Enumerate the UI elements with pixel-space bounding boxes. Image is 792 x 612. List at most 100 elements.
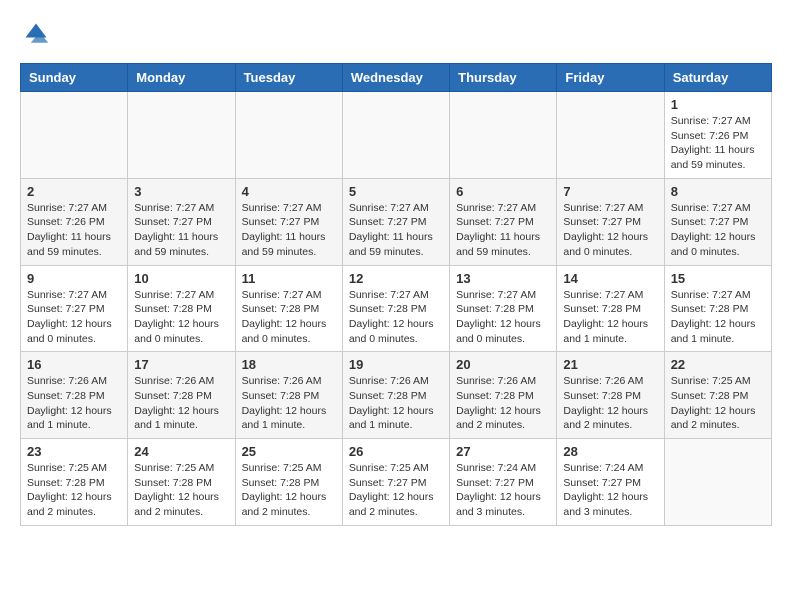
day-info: Sunrise: 7:24 AM Sunset: 7:27 PM Dayligh…	[563, 461, 657, 520]
calendar-day-cell	[128, 92, 235, 179]
calendar-day-cell: 12 Sunrise: 7:27 AM Sunset: 7:28 PM Dayli…	[342, 265, 449, 352]
day-number: 28	[563, 444, 657, 459]
day-info: Sunrise: 7:27 AM Sunset: 7:27 PM Dayligh…	[242, 201, 336, 260]
day-info: Sunrise: 7:27 AM Sunset: 7:27 PM Dayligh…	[671, 201, 765, 260]
calendar-day-cell: 27 Sunrise: 7:24 AM Sunset: 7:27 PM Dayli…	[450, 439, 557, 526]
day-number: 11	[242, 271, 336, 286]
day-info: Sunrise: 7:27 AM Sunset: 7:28 PM Dayligh…	[242, 288, 336, 347]
day-info: Sunrise: 7:26 AM Sunset: 7:28 PM Dayligh…	[27, 374, 121, 433]
calendar-day-cell: 19 Sunrise: 7:26 AM Sunset: 7:28 PM Dayli…	[342, 352, 449, 439]
calendar-day-cell	[664, 439, 771, 526]
day-info: Sunrise: 7:27 AM Sunset: 7:28 PM Dayligh…	[456, 288, 550, 347]
day-info: Sunrise: 7:25 AM Sunset: 7:28 PM Dayligh…	[671, 374, 765, 433]
calendar-week-row: 16 Sunrise: 7:26 AM Sunset: 7:28 PM Dayli…	[21, 352, 772, 439]
day-info: Sunrise: 7:24 AM Sunset: 7:27 PM Dayligh…	[456, 461, 550, 520]
day-number: 20	[456, 357, 550, 372]
day-number: 22	[671, 357, 765, 372]
day-number: 3	[134, 184, 228, 199]
calendar-header-wednesday: Wednesday	[342, 64, 449, 92]
calendar-day-cell: 25 Sunrise: 7:25 AM Sunset: 7:28 PM Dayli…	[235, 439, 342, 526]
day-number: 9	[27, 271, 121, 286]
day-number: 25	[242, 444, 336, 459]
calendar-day-cell: 8 Sunrise: 7:27 AM Sunset: 7:27 PM Daylig…	[664, 178, 771, 265]
calendar-day-cell	[21, 92, 128, 179]
calendar-day-cell: 15Sunrise: 7:27 AM Sunset: 7:28 PM Dayli…	[664, 265, 771, 352]
day-info: Sunrise: 7:25 AM Sunset: 7:28 PM Dayligh…	[134, 461, 228, 520]
day-number: 16	[27, 357, 121, 372]
day-number: 1	[671, 97, 765, 112]
day-number: 12	[349, 271, 443, 286]
day-number: 27	[456, 444, 550, 459]
calendar-day-cell: 5 Sunrise: 7:27 AM Sunset: 7:27 PM Daylig…	[342, 178, 449, 265]
day-number: 13	[456, 271, 550, 286]
calendar-day-cell: 13 Sunrise: 7:27 AM Sunset: 7:28 PM Dayli…	[450, 265, 557, 352]
day-info: Sunrise: 7:25 AM Sunset: 7:28 PM Dayligh…	[242, 461, 336, 520]
calendar-table: SundayMondayTuesdayWednesdayThursdayFrid…	[20, 63, 772, 526]
calendar-week-row: 2 Sunrise: 7:27 AM Sunset: 7:26 PM Daylig…	[21, 178, 772, 265]
calendar-day-cell: 1 Sunrise: 7:27 AM Sunset: 7:26 PM Daylig…	[664, 92, 771, 179]
calendar-header-saturday: Saturday	[664, 64, 771, 92]
calendar-week-row: 9 Sunrise: 7:27 AM Sunset: 7:27 PM Daylig…	[21, 265, 772, 352]
day-number: 21	[563, 357, 657, 372]
calendar-day-cell: 6 Sunrise: 7:27 AM Sunset: 7:27 PM Daylig…	[450, 178, 557, 265]
calendar-day-cell: 7 Sunrise: 7:27 AM Sunset: 7:27 PM Daylig…	[557, 178, 664, 265]
day-info: Sunrise: 7:26 AM Sunset: 7:28 PM Dayligh…	[456, 374, 550, 433]
calendar-day-cell: 17Sunrise: 7:26 AM Sunset: 7:28 PM Dayli…	[128, 352, 235, 439]
day-number: 2	[27, 184, 121, 199]
calendar-header-row: SundayMondayTuesdayWednesdayThursdayFrid…	[21, 64, 772, 92]
day-info: Sunrise: 7:27 AM Sunset: 7:28 PM Dayligh…	[134, 288, 228, 347]
day-info: Sunrise: 7:27 AM Sunset: 7:28 PM Dayligh…	[349, 288, 443, 347]
day-info: Sunrise: 7:27 AM Sunset: 7:28 PM Dayligh…	[563, 288, 657, 347]
day-info: Sunrise: 7:26 AM Sunset: 7:28 PM Dayligh…	[563, 374, 657, 433]
calendar-header-tuesday: Tuesday	[235, 64, 342, 92]
calendar-day-cell	[557, 92, 664, 179]
day-number: 4	[242, 184, 336, 199]
day-number: 17	[134, 357, 228, 372]
calendar-day-cell: 21 Sunrise: 7:26 AM Sunset: 7:28 PM Dayli…	[557, 352, 664, 439]
calendar-day-cell: 3Sunrise: 7:27 AM Sunset: 7:27 PM Daylig…	[128, 178, 235, 265]
calendar-day-cell	[342, 92, 449, 179]
day-number: 26	[349, 444, 443, 459]
day-info: Sunrise: 7:27 AM Sunset: 7:26 PM Dayligh…	[27, 201, 121, 260]
day-number: 19	[349, 357, 443, 372]
calendar-day-cell	[450, 92, 557, 179]
page-header	[20, 20, 772, 53]
calendar-week-row: 1 Sunrise: 7:27 AM Sunset: 7:26 PM Daylig…	[21, 92, 772, 179]
day-info: Sunrise: 7:27 AM Sunset: 7:27 PM Dayligh…	[563, 201, 657, 260]
day-number: 6	[456, 184, 550, 199]
calendar-header-thursday: Thursday	[450, 64, 557, 92]
day-info: Sunrise: 7:26 AM Sunset: 7:28 PM Dayligh…	[349, 374, 443, 433]
calendar-day-cell: 16 Sunrise: 7:26 AM Sunset: 7:28 PM Dayli…	[21, 352, 128, 439]
day-info: Sunrise: 7:27 AM Sunset: 7:27 PM Dayligh…	[456, 201, 550, 260]
calendar-header-monday: Monday	[128, 64, 235, 92]
calendar-day-cell: 23 Sunrise: 7:25 AM Sunset: 7:28 PM Dayli…	[21, 439, 128, 526]
day-number: 8	[671, 184, 765, 199]
day-number: 24	[134, 444, 228, 459]
calendar-day-cell: 14Sunrise: 7:27 AM Sunset: 7:28 PM Dayli…	[557, 265, 664, 352]
day-info: Sunrise: 7:25 AM Sunset: 7:27 PM Dayligh…	[349, 461, 443, 520]
calendar-day-cell: 11 Sunrise: 7:27 AM Sunset: 7:28 PM Dayli…	[235, 265, 342, 352]
calendar-day-cell: 22 Sunrise: 7:25 AM Sunset: 7:28 PM Dayli…	[664, 352, 771, 439]
calendar-day-cell: 4 Sunrise: 7:27 AM Sunset: 7:27 PM Daylig…	[235, 178, 342, 265]
day-info: Sunrise: 7:27 AM Sunset: 7:28 PM Dayligh…	[671, 288, 765, 347]
calendar-day-cell	[235, 92, 342, 179]
calendar-header-friday: Friday	[557, 64, 664, 92]
day-number: 5	[349, 184, 443, 199]
day-info: Sunrise: 7:25 AM Sunset: 7:28 PM Dayligh…	[27, 461, 121, 520]
day-info: Sunrise: 7:27 AM Sunset: 7:27 PM Dayligh…	[27, 288, 121, 347]
day-number: 7	[563, 184, 657, 199]
calendar-day-cell: 24 Sunrise: 7:25 AM Sunset: 7:28 PM Dayli…	[128, 439, 235, 526]
day-number: 23	[27, 444, 121, 459]
calendar-day-cell: 18Sunrise: 7:26 AM Sunset: 7:28 PM Dayli…	[235, 352, 342, 439]
day-number: 18	[242, 357, 336, 372]
day-info: Sunrise: 7:27 AM Sunset: 7:26 PM Dayligh…	[671, 114, 765, 173]
calendar-week-row: 23 Sunrise: 7:25 AM Sunset: 7:28 PM Dayli…	[21, 439, 772, 526]
calendar-header-sunday: Sunday	[21, 64, 128, 92]
logo	[20, 20, 50, 53]
day-number: 10	[134, 271, 228, 286]
calendar-day-cell: 26 Sunrise: 7:25 AM Sunset: 7:27 PM Dayli…	[342, 439, 449, 526]
calendar-day-cell: 10 Sunrise: 7:27 AM Sunset: 7:28 PM Dayli…	[128, 265, 235, 352]
calendar-day-cell: 28 Sunrise: 7:24 AM Sunset: 7:27 PM Dayli…	[557, 439, 664, 526]
calendar-day-cell: 9 Sunrise: 7:27 AM Sunset: 7:27 PM Daylig…	[21, 265, 128, 352]
day-info: Sunrise: 7:27 AM Sunset: 7:27 PM Dayligh…	[349, 201, 443, 260]
